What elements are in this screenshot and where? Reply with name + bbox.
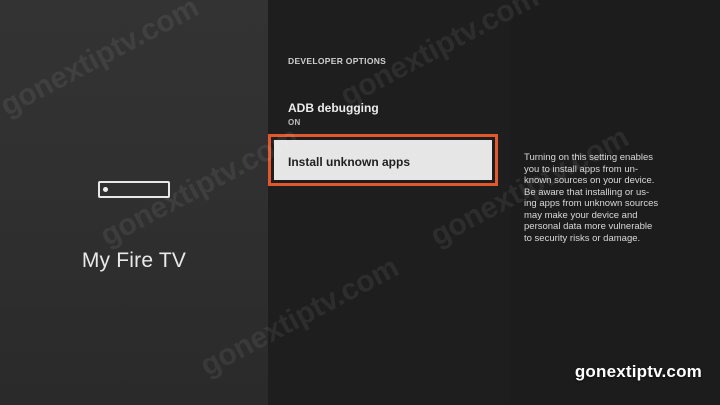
description-line: Turning on this setting enables (524, 152, 654, 163)
developer-options-menu: DEVELOPER OPTIONS ADB debugging ON Insta… (268, 0, 510, 405)
fire-tv-settings-screen: My Fire TV DEVELOPER OPTIONS ADB debuggi… (0, 0, 720, 405)
setting-description: Turning on this setting enables you to i… (524, 152, 694, 244)
description-panel: Turning on this setting enables you to i… (510, 0, 720, 405)
fire-tv-device-icon (98, 181, 170, 198)
description-line: Be aware that installing or us- (524, 186, 650, 198)
brand-label: gonextiptv.com (574, 362, 702, 381)
page-title: My Fire TV (81, 249, 187, 272)
menu-item-adb-debugging[interactable]: ADB debugging ON (288, 101, 498, 127)
focused-item-background: Install unknown apps (274, 140, 492, 180)
description-line: may make your device and (524, 209, 638, 221)
menu-item-value: ON (288, 118, 301, 127)
description-line: personal data more vulnerable (524, 221, 653, 232)
description-line: ing apps from unknown sources (524, 198, 659, 209)
device-led-dot (103, 187, 108, 192)
menu-item-label: ADB debugging (288, 101, 379, 115)
description-line: known sources on your device. (524, 175, 655, 186)
description-line: to security risks or damage. (524, 232, 641, 244)
menu-item-install-unknown-apps[interactable]: Install unknown apps (268, 134, 498, 186)
left-panel: My Fire TV (0, 0, 268, 405)
section-header: DEVELOPER OPTIONS (288, 56, 387, 66)
menu-item-label: Install unknown apps (288, 155, 411, 169)
description-line: you to install apps from un- (524, 163, 639, 175)
